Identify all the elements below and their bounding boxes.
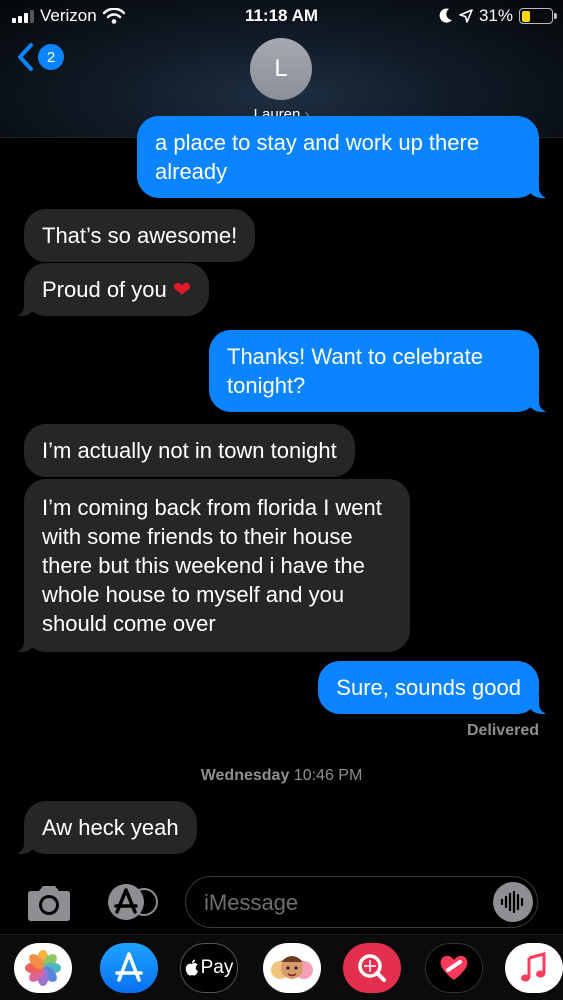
music-icon xyxy=(521,952,546,982)
apple-pay-label: Pay xyxy=(200,957,234,978)
message-input[interactable]: iMessage xyxy=(185,876,538,928)
message-bubble-outgoing[interactable]: Thanks! Want to celebrate tonight? xyxy=(209,330,549,412)
search-images-app-button[interactable] xyxy=(343,943,401,993)
compose-bar: iMessage xyxy=(0,868,563,934)
search-images-icon xyxy=(358,954,386,982)
app-drawer: Pay xyxy=(0,934,563,1000)
heart-emoji: ❤ xyxy=(172,277,192,302)
message-bubble-incoming[interactable]: Aw heck yeah xyxy=(14,801,197,854)
message-bubble-incoming[interactable]: That’s so awesome! xyxy=(24,209,256,262)
message-bubble-incoming[interactable]: I’m actually not in town tonight xyxy=(24,424,355,477)
memoji-app-button[interactable] xyxy=(263,943,321,993)
photos-app-button[interactable] xyxy=(14,943,72,993)
music-app-button[interactable] xyxy=(505,943,563,993)
camera-button[interactable] xyxy=(24,883,74,923)
message-thread[interactable]: a place to stay and work up there alread… xyxy=(0,0,563,1000)
message-input-placeholder: iMessage xyxy=(204,890,299,915)
apple-pay-icon xyxy=(185,959,198,976)
app-store-button[interactable] xyxy=(104,882,158,922)
waveform-icon xyxy=(500,891,524,913)
apple-pay-app-button[interactable]: Pay xyxy=(180,943,238,993)
timestamp-time: 10:46 PM xyxy=(293,767,363,784)
audio-message-button[interactable] xyxy=(493,882,533,922)
memoji-icon xyxy=(271,956,313,979)
message-bubble-outgoing[interactable]: a place to stay and work up there alread… xyxy=(137,116,549,198)
delivered-status: Delivered xyxy=(466,722,539,739)
camera-icon xyxy=(28,886,70,921)
app-store-app-button[interactable] xyxy=(100,943,158,993)
timestamp-day: Wednesday xyxy=(200,767,290,784)
message-bubble-outgoing[interactable]: Sure, sounds good xyxy=(318,661,549,714)
app-store-icon xyxy=(115,952,143,982)
app-store-icon xyxy=(108,884,158,920)
message-bubble-incoming[interactable]: Proud of you ❤ xyxy=(13,263,210,316)
timestamp: Wednesday 10:46 PM xyxy=(0,767,563,785)
digital-touch-icon xyxy=(440,955,468,980)
photos-icon xyxy=(25,950,61,986)
digital-touch-app-button[interactable] xyxy=(425,943,483,993)
message-bubble-incoming[interactable]: I’m coming back from florida I went with… xyxy=(14,479,410,652)
